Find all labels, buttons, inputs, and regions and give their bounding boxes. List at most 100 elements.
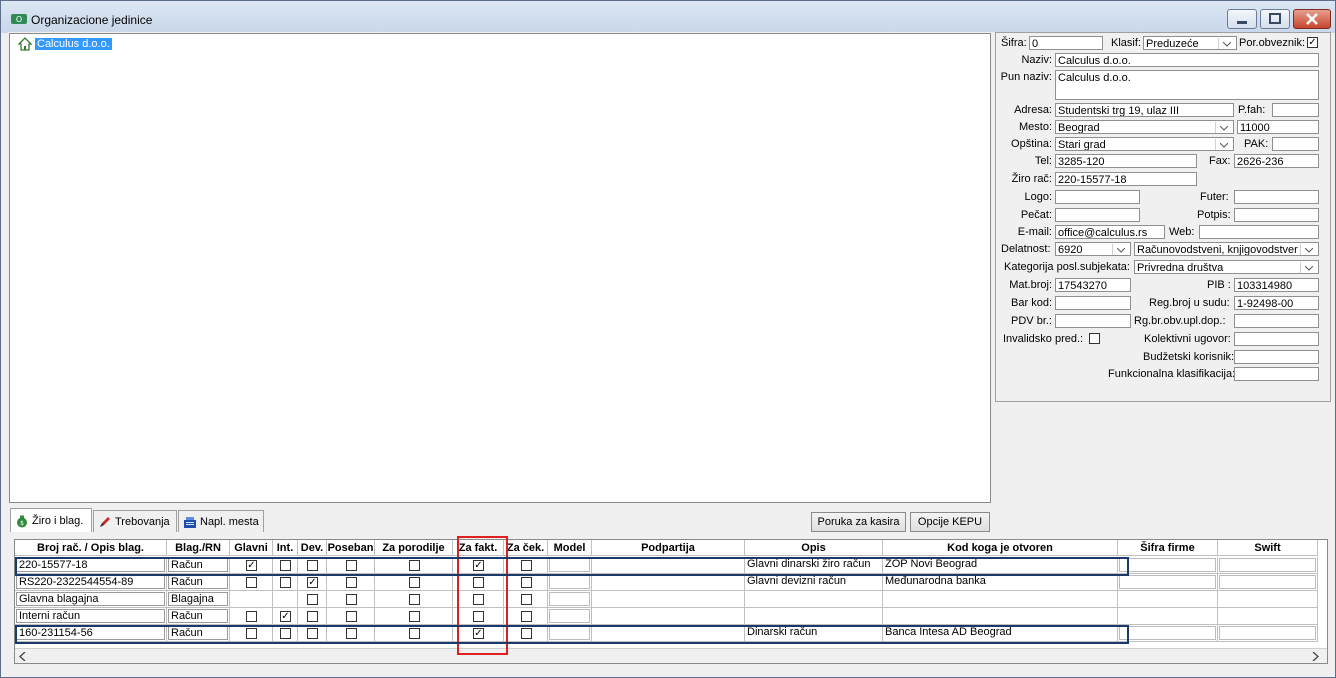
table-cell[interactable] [273,557,298,574]
grid-checkbox[interactable] [409,628,420,639]
cell-input[interactable]: 160-231154-56 [16,626,165,640]
column-header[interactable]: Kod koga je otvoren [883,540,1118,556]
cell-input[interactable] [1219,558,1316,572]
tab-napl-mesta[interactable]: Napl. mesta [178,510,264,532]
table-cell[interactable] [230,608,273,625]
grid-checkbox[interactable] [521,628,532,639]
table-cell[interactable] [745,591,883,608]
poruka-za-kasira-button[interactable]: Poruka za kasira [811,512,906,532]
column-header[interactable]: Za ček. [504,540,548,556]
table-cell[interactable] [504,574,548,591]
cell-input[interactable] [549,558,590,572]
table-cell[interactable] [592,557,745,574]
grid-checkbox[interactable] [409,611,420,622]
delatnost-code-select[interactable]: 6920 [1055,242,1131,256]
table-cell[interactable] [453,608,504,625]
por-obveznik-checkbox[interactable]: ✓ [1307,37,1318,48]
table-cell[interactable]: 220-15577-18 [15,557,167,574]
table-cell[interactable] [375,625,453,642]
ziro-field[interactable]: 220-15577-18 [1055,172,1197,186]
kategorija-select[interactable]: Privredna društva [1134,260,1319,274]
postanski-broj-field[interactable]: 11000 [1237,120,1319,134]
logo-field[interactable] [1055,190,1140,204]
grid-checkbox[interactable] [346,594,357,605]
table-cell[interactable] [1218,608,1318,625]
grid-checkbox[interactable] [473,594,484,605]
pak-field[interactable] [1272,137,1319,151]
table-cell[interactable]: Račun [167,557,230,574]
org-tree[interactable]: Calculus d.o.o. [9,33,991,503]
grid-checkbox[interactable] [246,611,257,622]
table-cell[interactable] [883,608,1118,625]
column-header[interactable]: Broj rač. / Opis blag. [15,540,167,556]
funkcionalna-field[interactable] [1234,367,1319,381]
table-cell[interactable]: ✓ [298,574,327,591]
adresa-field[interactable]: Studentski trg 19, ulaz III [1055,103,1234,117]
table-cell[interactable] [375,591,453,608]
cell-input[interactable]: Račun [168,575,228,589]
table-cell[interactable] [298,557,327,574]
cell-input[interactable] [1119,575,1216,589]
horizontal-scrollbar[interactable] [15,648,1327,663]
column-header[interactable]: Swift [1218,540,1318,556]
cell-input[interactable] [549,626,590,640]
table-cell[interactable] [504,557,548,574]
table-cell[interactable] [375,574,453,591]
pun-naziv-field[interactable]: Calculus d.o.o. [1055,70,1319,100]
table-cell[interactable]: 160-231154-56 [15,625,167,642]
tree-item-root[interactable]: Calculus d.o.o. [18,37,112,51]
column-header[interactable]: Model [548,540,592,556]
table-cell[interactable] [1118,591,1218,608]
table-cell[interactable] [375,557,453,574]
table-cell[interactable]: Račun [167,608,230,625]
table-cell[interactable]: Banca Intesa AD Beograd [883,625,1118,642]
table-cell[interactable] [327,557,375,574]
table-cell[interactable] [504,608,548,625]
table-cell[interactable] [327,574,375,591]
table-cell[interactable] [592,574,745,591]
cell-input[interactable] [1219,575,1316,589]
grid-checkbox[interactable] [346,560,357,571]
grid-checkbox[interactable] [246,577,257,588]
matbroj-field[interactable]: 17543270 [1055,278,1131,292]
table-cell[interactable] [1118,608,1218,625]
cell-input[interactable] [1119,609,1216,623]
table-cell[interactable] [273,625,298,642]
barkod-field[interactable] [1055,296,1131,310]
grid-checkbox[interactable] [346,628,357,639]
grid-checkbox[interactable] [307,611,318,622]
table-cell[interactable]: ZOP Novi Beograd [883,557,1118,574]
rgbr-field[interactable] [1234,314,1319,328]
table-cell[interactable]: Interni račun [15,608,167,625]
cell-input[interactable] [549,609,590,623]
potpis-field[interactable] [1234,208,1319,222]
chevron-right-icon[interactable] [1311,652,1319,661]
delatnost-desc-select[interactable]: Računovodstveni, knjigovodstver [1134,242,1319,256]
grid-checkbox[interactable]: ✓ [307,577,318,588]
table-cell[interactable] [230,625,273,642]
futer-field[interactable] [1234,190,1319,204]
grid-checkbox[interactable] [409,560,420,571]
column-header[interactable]: Opis [745,540,883,556]
table-cell[interactable] [327,625,375,642]
budzetski-field[interactable] [1234,350,1319,364]
cell-input[interactable] [1219,592,1316,606]
maximize-button[interactable] [1260,9,1290,29]
pib-field[interactable]: 103314980 [1234,278,1319,292]
tab-ziro-blag[interactable]: $ Žiro i blag. [10,508,92,532]
table-cell[interactable]: Blagajna [167,591,230,608]
kolektivni-field[interactable] [1234,332,1319,346]
cell-input[interactable]: Račun [168,609,228,623]
grid-checkbox[interactable]: ✓ [473,560,484,571]
table-cell[interactable] [592,625,745,642]
naziv-field[interactable]: Calculus d.o.o. [1055,53,1319,67]
grid-checkbox[interactable] [521,560,532,571]
table-cell[interactable]: Račun [167,574,230,591]
table-cell[interactable]: Dinarski račun [745,625,883,642]
column-header[interactable]: Za fakt. [453,540,504,556]
column-header[interactable]: Šifra firme [1118,540,1218,556]
close-button[interactable] [1293,9,1331,29]
invalidsko-checkbox[interactable] [1089,333,1100,344]
column-header[interactable]: Int. [273,540,298,556]
table-cell[interactable] [230,591,273,608]
